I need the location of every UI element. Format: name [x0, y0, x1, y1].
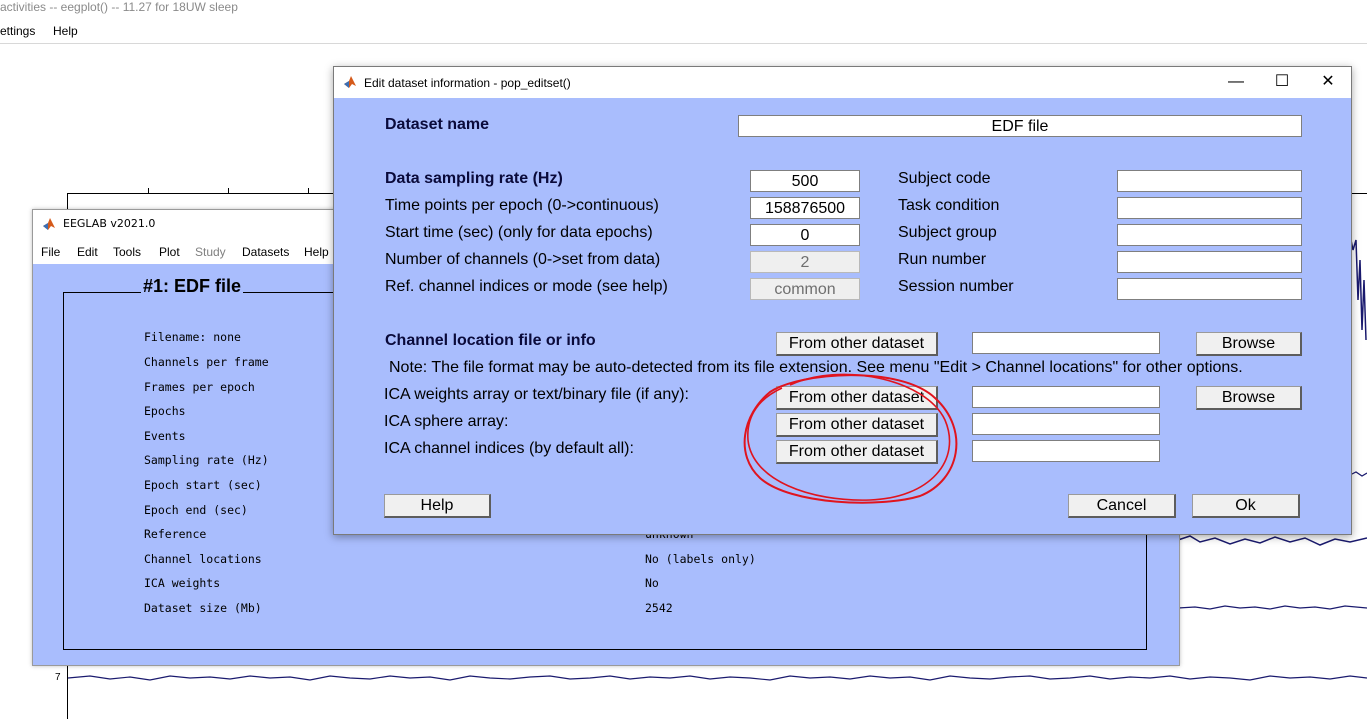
dialog-title: Edit dataset information - pop_editset() [364, 76, 571, 90]
menu-datasets[interactable]: Datasets [242, 245, 289, 259]
menu-edit[interactable]: Edit [77, 245, 98, 259]
info-label-reference: Reference [144, 527, 207, 541]
eeg-trace-7 [67, 675, 1367, 681]
eeg-trace-5 [1177, 605, 1367, 610]
minimize-icon[interactable]: — [1213, 67, 1259, 98]
ref-label: Ref. channel indices or mode (see help) [385, 278, 668, 295]
session-number-label: Session number [898, 278, 1014, 295]
info-label-ica: ICA weights [144, 576, 221, 590]
ica-weights-from-other-button[interactable]: From other dataset [776, 386, 938, 410]
subject-code-input[interactable] [1117, 170, 1302, 192]
time-points-label: Time points per epoch (0->continuous) [385, 197, 659, 214]
run-number-input[interactable] [1117, 251, 1302, 273]
info-label-epochs: Epochs [144, 404, 186, 418]
maximize-icon[interactable]: ☐ [1259, 67, 1305, 98]
num-channels-label: Number of channels (0->set from data) [385, 251, 661, 268]
info-value-chanlocs: No (labels only) [645, 552, 756, 566]
chanloc-label: Channel location file or info [385, 332, 596, 349]
run-number-label: Run number [898, 251, 987, 268]
edit-dataset-dialog: Edit dataset information - pop_editset()… [333, 66, 1352, 535]
dataset-title: #1: EDF file [141, 276, 244, 297]
ica-weights-input[interactable] [972, 386, 1160, 408]
info-label-size: Dataset size (Mb) [144, 601, 262, 615]
info-label-filename: Filename: none [144, 330, 241, 344]
sampling-rate-label: Data sampling rate (Hz) [385, 170, 563, 187]
ica-chan-input[interactable] [972, 440, 1160, 462]
ica-sphere-label: ICA sphere array: [384, 413, 509, 430]
ica-sphere-from-other-button[interactable]: From other dataset [776, 413, 938, 437]
matlab-icon [344, 76, 356, 88]
ica-chan-from-other-button[interactable]: From other dataset [776, 440, 938, 464]
task-condition-label: Task condition [898, 197, 1000, 214]
chanloc-input[interactable] [972, 332, 1160, 354]
eeg-trace-top [1349, 234, 1367, 341]
ica-sphere-input[interactable] [972, 413, 1160, 435]
info-label-chanlocs: Channel locations [144, 552, 262, 566]
eeg-trace-mid [1349, 471, 1367, 477]
subject-group-input[interactable] [1117, 224, 1302, 246]
cancel-button[interactable]: Cancel [1068, 494, 1176, 518]
subject-code-label: Subject code [898, 170, 991, 187]
menu-study[interactable]: Study [195, 245, 226, 259]
task-condition-input[interactable] [1117, 197, 1302, 219]
sampling-rate-input[interactable]: 500 [750, 170, 860, 192]
matlab-icon [43, 218, 55, 230]
ica-weights-label: ICA weights array or text/binary file (i… [384, 386, 689, 403]
session-number-input[interactable] [1117, 278, 1302, 300]
ref-input: common [750, 278, 860, 300]
dataset-name-input[interactable]: EDF file [738, 115, 1302, 137]
ica-weights-browse-button[interactable]: Browse [1196, 386, 1302, 410]
dataset-name-label: Dataset name [385, 116, 490, 133]
info-label-channels: Channels per frame [144, 355, 269, 369]
time-points-input[interactable]: 158876500 [750, 197, 860, 219]
menu-file[interactable]: File [41, 245, 60, 259]
info-label-events: Events [144, 429, 186, 443]
info-value-size: 2542 [645, 601, 673, 615]
start-time-label: Start time (sec) (only for data epochs) [385, 224, 653, 241]
help-button[interactable]: Help [384, 494, 491, 518]
menu-plot[interactable]: Plot [159, 245, 180, 259]
num-channels-input: 2 [750, 251, 860, 273]
chanloc-note: Note: The file format may be auto-detect… [389, 359, 1243, 376]
chanloc-from-other-button[interactable]: From other dataset [776, 332, 938, 356]
subject-group-label: Subject group [898, 224, 997, 241]
info-label-frames: Frames per epoch [144, 380, 255, 394]
menu-tools[interactable]: Tools [113, 245, 141, 259]
info-label-epoch-end: Epoch end (sec) [144, 503, 248, 517]
ica-chan-label: ICA channel indices (by default all): [384, 440, 634, 457]
info-label-srate: Sampling rate (Hz) [144, 453, 269, 467]
eeg-trace-4 [1177, 535, 1367, 546]
info-label-epoch-start: Epoch start (sec) [144, 478, 262, 492]
dialog-titlebar[interactable]: Edit dataset information - pop_editset()… [334, 67, 1351, 98]
info-value-ica: No [645, 576, 659, 590]
chanloc-browse-button[interactable]: Browse [1196, 332, 1302, 356]
menu-help[interactable]: Help [304, 245, 329, 259]
ok-button[interactable]: Ok [1192, 494, 1300, 518]
close-icon[interactable]: ✕ [1305, 67, 1351, 98]
eeglab-window-title: EEGLAB v2021.0 [63, 217, 156, 230]
start-time-input[interactable]: 0 [750, 224, 860, 246]
